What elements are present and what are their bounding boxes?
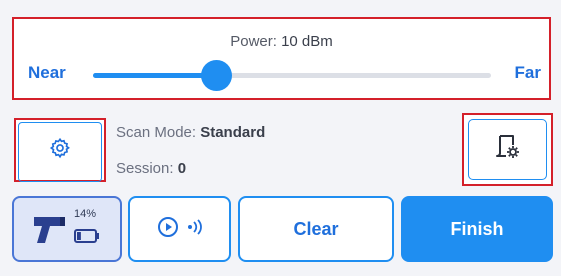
power-value: 10 dBm — [281, 33, 333, 50]
start-scan-button[interactable] — [128, 196, 231, 262]
power-slider-thumb[interactable] — [201, 60, 233, 91]
power-slider-fill — [93, 73, 217, 78]
document-gear-icon — [493, 132, 523, 167]
device-status-button[interactable]: 14% — [12, 196, 122, 262]
scan-mode-label: Scan Mode: — [116, 124, 197, 141]
session-value: 0 — [177, 160, 187, 177]
signal-icon — [187, 217, 203, 242]
scan-mode-row: Scan Mode: Standard — [116, 124, 265, 160]
battery-icon — [74, 228, 100, 249]
power-label-text: Power: — [230, 33, 277, 50]
scan-info: Scan Mode: Standard Session: 0 — [116, 124, 265, 196]
play-circle-icon — [157, 216, 179, 243]
power-slider[interactable] — [93, 60, 491, 91]
settings-button[interactable] — [14, 118, 106, 182]
power-panel: Power: 10 dBm Near Far — [12, 17, 551, 100]
gear-icon — [49, 137, 71, 164]
power-label: Power: 10 dBm — [14, 33, 549, 50]
clear-button[interactable]: Clear — [238, 196, 394, 262]
config-button[interactable] — [462, 113, 553, 186]
far-label: Far — [514, 63, 541, 82]
scan-mode-value: Standard — [200, 124, 266, 141]
scanner-gun-icon — [32, 214, 68, 251]
near-label: Near — [28, 63, 66, 82]
config-button-inner — [468, 119, 547, 180]
finish-button[interactable]: Finish — [401, 196, 553, 262]
battery-percent: 14% — [74, 208, 97, 220]
session-row: Session: 0 — [116, 160, 265, 196]
session-label: Session: — [116, 160, 174, 177]
